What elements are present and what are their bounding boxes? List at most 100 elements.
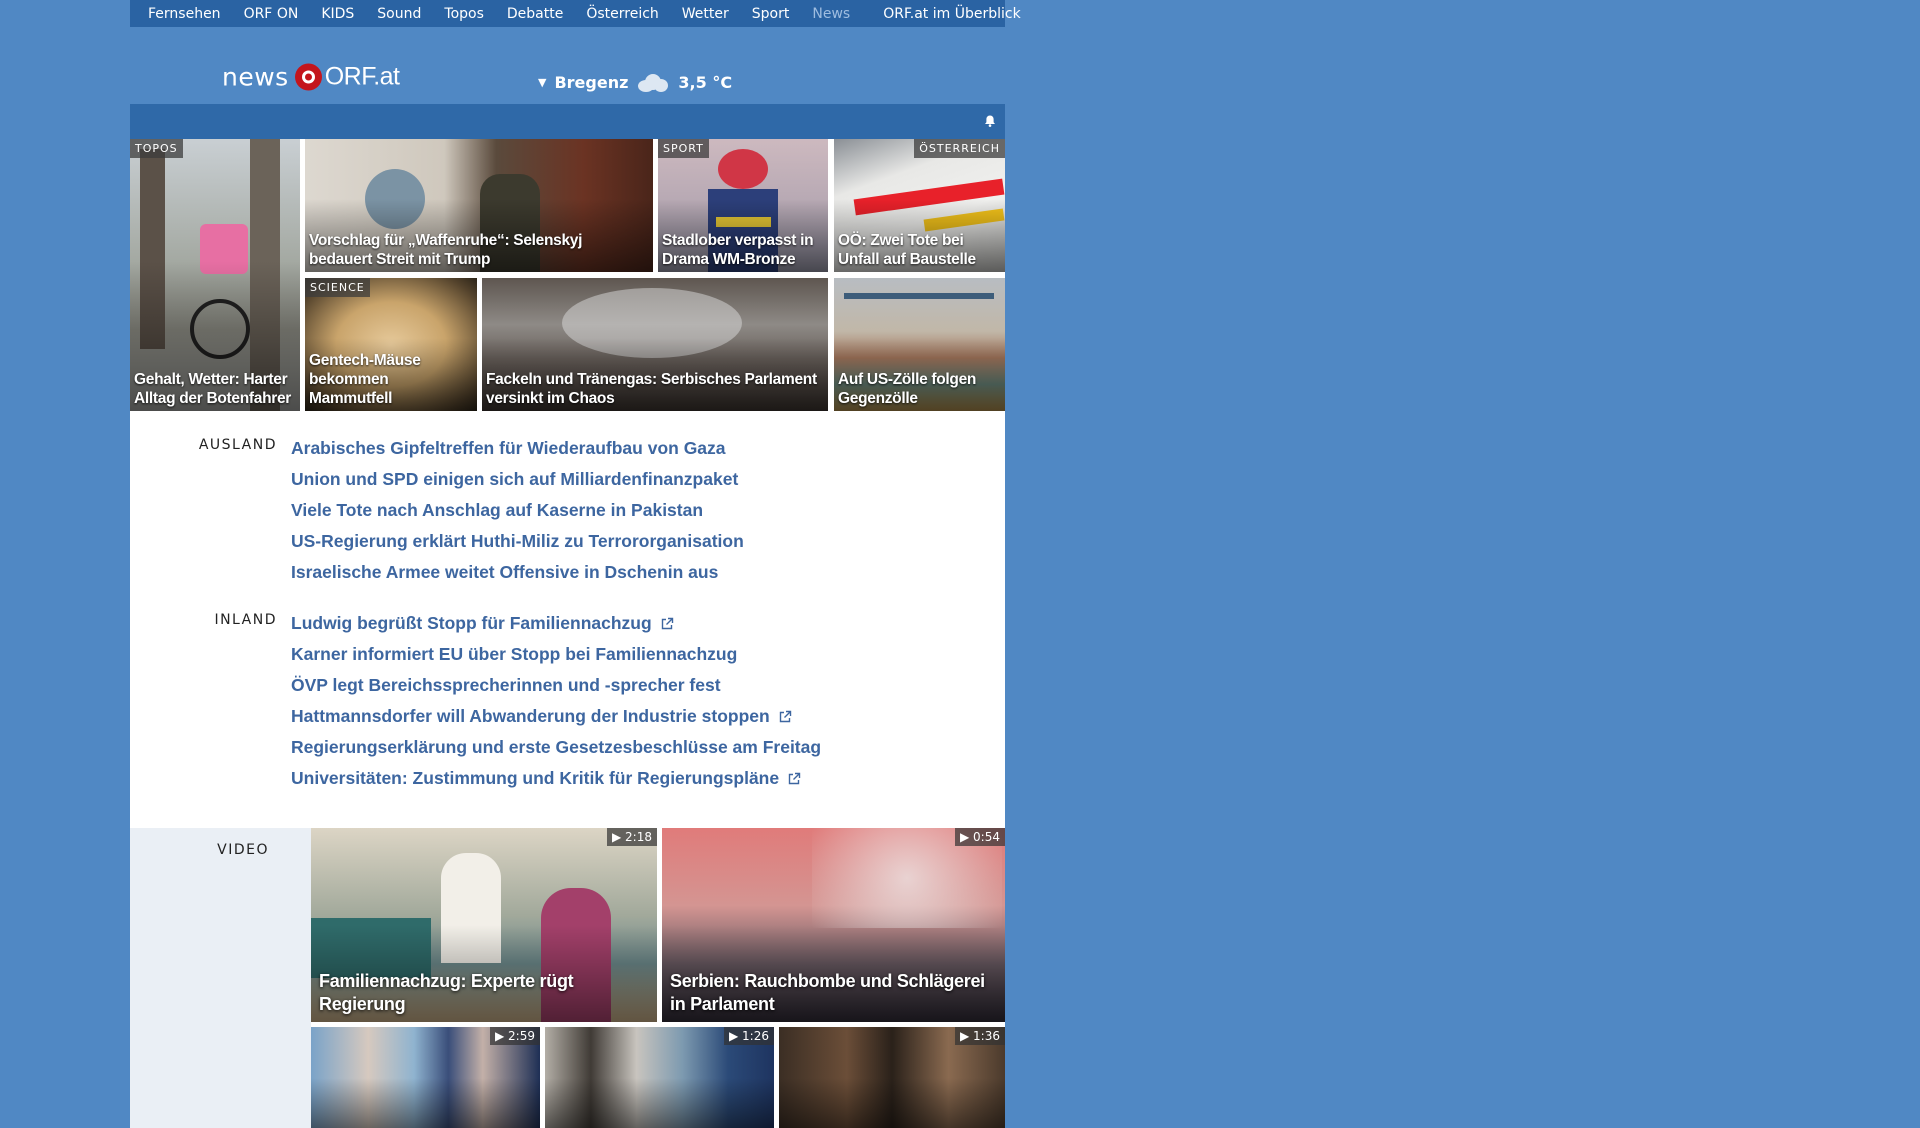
video-duration: ▶ 2:18 (607, 828, 657, 846)
headline-link[interactable]: Ludwig begrüßt Stopp für Familiennachzug (291, 608, 821, 639)
orf-eye-icon (294, 63, 322, 91)
tile-headline: Vorschlag für „Waffenruhe“: Selenskyj be… (309, 232, 583, 268)
headline-text: Ludwig begrüßt Stopp für Familiennachzug (291, 613, 652, 633)
story-tile[interactable]: Fackeln und Tränengas: Serbisches Parlam… (482, 278, 828, 411)
video-headline: Familiennachzug: Experte rügt Regierung (319, 971, 574, 1014)
top-stories-grid: TOPOS Gehalt, Wetter: Harter Alltag der … (130, 139, 1005, 411)
story-tile[interactable]: SPORT Stadlober verpasst in Drama WM-Bro… (658, 139, 828, 272)
tile-category-tag: SPORT (658, 139, 709, 158)
weather-widget[interactable]: ▼ Bregenz 3,5 °C (538, 72, 732, 92)
external-link-icon (779, 710, 791, 722)
video-tile[interactable]: ▶ 2:59 (311, 1027, 540, 1128)
external-link-icon (788, 772, 801, 784)
headline-link[interactable]: Viele Tote nach Anschlag auf Kaserne in … (291, 495, 744, 526)
tile-headline: Auf US-Zölle folgen Gegenzölle (838, 371, 977, 407)
play-icon: ▶ (612, 830, 626, 844)
story-tile[interactable]: ÖSTERREICH OÖ: Zwei Tote bei Unfall auf … (834, 139, 1005, 272)
logo-news-text: news (222, 62, 289, 92)
tile-category-tag: SCIENCE (305, 278, 370, 297)
play-icon: ▶ (960, 1029, 974, 1043)
section-ausland: AUSLAND Arabisches Gipfeltreffen für Wie… (130, 433, 1005, 588)
headline-link[interactable]: US-Regierung erklärt Huthi-Miliz zu Terr… (291, 526, 744, 557)
headline-link[interactable]: Karner informiert EU über Stopp bei Fami… (291, 639, 821, 670)
dropdown-triangle-icon: ▼ (538, 75, 547, 89)
inland-list: Ludwig begrüßt Stopp für Familiennachzug… (291, 608, 821, 794)
video-duration-value: 2:18 (625, 830, 652, 844)
story-tile[interactable]: Vorschlag für „Waffenruhe“: Selenskyj be… (305, 139, 653, 272)
story-tile[interactable]: TOPOS Gehalt, Wetter: Harter Alltag der … (130, 139, 300, 411)
video-tile[interactable]: ▶ 1:26 (545, 1027, 774, 1128)
nav-news[interactable]: News (812, 6, 850, 22)
tile-headline: Gentech-Mäuse bekommen Mammutfell (309, 352, 421, 407)
headline-link[interactable]: Regierungserklärung und erste Gesetzesbe… (291, 732, 821, 763)
nav-oesterreich[interactable]: Österreich (586, 6, 658, 22)
video-duration-value: 2:59 (508, 1029, 535, 1043)
video-section: VIDEO ▶ 2:18 Familiennachzug: Experte rü… (130, 828, 1005, 1128)
video-duration: ▶ 2:59 (490, 1027, 540, 1045)
headline-text: Viele Tote nach Anschlag auf Kaserne in … (291, 500, 704, 520)
video-duration-value: 1:26 (742, 1029, 769, 1043)
tile-category-tag: TOPOS (130, 139, 183, 158)
cloud-icon (636, 72, 670, 92)
video-headline: Serbien: Rauchbombe und Schlägerei in Pa… (670, 971, 985, 1014)
news-orf-logo[interactable]: news ORF.at (222, 63, 400, 92)
video-duration: ▶ 1:26 (724, 1027, 774, 1045)
nav-kids[interactable]: KIDS (321, 6, 354, 22)
news-lists: AUSLAND Arabisches Gipfeltreffen für Wie… (130, 411, 1005, 828)
headline-text: Arabisches Gipfeltreffen für Wiederaufba… (291, 438, 726, 458)
section-label: VIDEO (217, 842, 269, 858)
top-navigation: Fernsehen ORF ON KIDS Sound Topos Debatt… (130, 0, 1021, 27)
nav-sport[interactable]: Sport (752, 6, 790, 22)
tile-headline: Fackeln und Tränengas: Serbisches Parlam… (486, 371, 817, 407)
site-header: news ORF.at ▼ Bregenz 3,5 °C (130, 27, 1005, 104)
nav-orf-on[interactable]: ORF ON (244, 6, 299, 22)
headline-text: Regierungserklärung und erste Gesetzesbe… (291, 737, 822, 757)
story-tile[interactable]: Auf US-Zölle folgen Gegenzölle (834, 278, 1005, 411)
story-tile[interactable]: SCIENCE Gentech-Mäuse bekommen Mammutfel… (305, 278, 477, 411)
section-label: INLAND (214, 612, 277, 628)
section-inland: INLAND Ludwig begrüßt Stopp für Familien… (130, 608, 1005, 794)
external-link-icon (661, 617, 673, 629)
video-duration: ▶ 0:54 (955, 828, 1005, 846)
play-icon: ▶ (495, 1029, 509, 1043)
ausland-list: Arabisches Gipfeltreffen für Wiederaufba… (291, 433, 744, 588)
weather-temperature: 3,5 °C (678, 72, 733, 92)
headline-link[interactable]: Hattmannsdorfer will Abwanderung der Ind… (291, 701, 821, 732)
headline-link[interactable]: Universitäten: Zustimmung und Kritik für… (291, 763, 821, 794)
nav-debatte[interactable]: Debatte (507, 6, 563, 22)
video-tile[interactable]: ▶ 0:54 Serbien: Rauchbombe und Schlägere… (662, 828, 1005, 1022)
nav-wetter[interactable]: Wetter (682, 6, 729, 22)
video-grid: ▶ 2:18 Familiennachzug: Experte rügt Reg… (311, 828, 1005, 1128)
headline-text: US-Regierung erklärt Huthi-Miliz zu Terr… (291, 531, 744, 551)
nav-sound[interactable]: Sound (377, 6, 421, 22)
page-wrapper: Fernsehen ORF ON KIDS Sound Topos Debatt… (130, 0, 1021, 1128)
logo-orf-text: ORF.at (324, 62, 400, 91)
tile-headline: Stadlober verpasst in Drama WM-Bronze (662, 232, 814, 268)
headline-text: Israelische Armee weitet Offensive in Ds… (291, 562, 719, 582)
nav-fernsehen[interactable]: Fernsehen (148, 6, 221, 22)
headline-link[interactable]: Israelische Armee weitet Offensive in Ds… (291, 557, 744, 588)
bell-icon[interactable] (983, 114, 997, 128)
section-label: AUSLAND (198, 437, 277, 453)
video-duration-value: 0:54 (973, 830, 1000, 844)
headline-link[interactable]: Union und SPD einigen sich auf Milliarde… (291, 464, 744, 495)
headline-text: ÖVP legt Bereichssprecherinnen und -spre… (291, 675, 721, 695)
video-duration: ▶ 1:36 (955, 1027, 1005, 1045)
video-duration-value: 1:36 (973, 1029, 1000, 1043)
header-bar (130, 104, 1005, 139)
video-tile[interactable]: ▶ 1:36 (779, 1027, 1005, 1128)
headline-text: Union und SPD einigen sich auf Milliarde… (291, 469, 739, 489)
headline-link[interactable]: ÖVP legt Bereichssprecherinnen und -spre… (291, 670, 821, 701)
tile-category-tag: ÖSTERREICH (914, 139, 1005, 158)
headline-text: Hattmannsdorfer will Abwanderung der Ind… (291, 706, 770, 726)
nav-orf-overview[interactable]: ORF.at im Überblick (883, 6, 1020, 22)
weather-city: Bregenz (554, 72, 629, 92)
tile-headline: OÖ: Zwei Tote bei Unfall auf Baustelle (838, 232, 976, 268)
headline-link[interactable]: Arabisches Gipfeltreffen für Wiederaufba… (291, 433, 744, 464)
headline-text: Universitäten: Zustimmung und Kritik für… (291, 768, 780, 788)
play-icon: ▶ (960, 830, 974, 844)
video-tile[interactable]: ▶ 2:18 Familiennachzug: Experte rügt Reg… (311, 828, 657, 1022)
headline-text: Karner informiert EU über Stopp bei Fami… (291, 644, 738, 664)
nav-topos[interactable]: Topos (444, 6, 483, 22)
tile-headline: Gehalt, Wetter: Harter Alltag der Botenf… (134, 371, 292, 407)
